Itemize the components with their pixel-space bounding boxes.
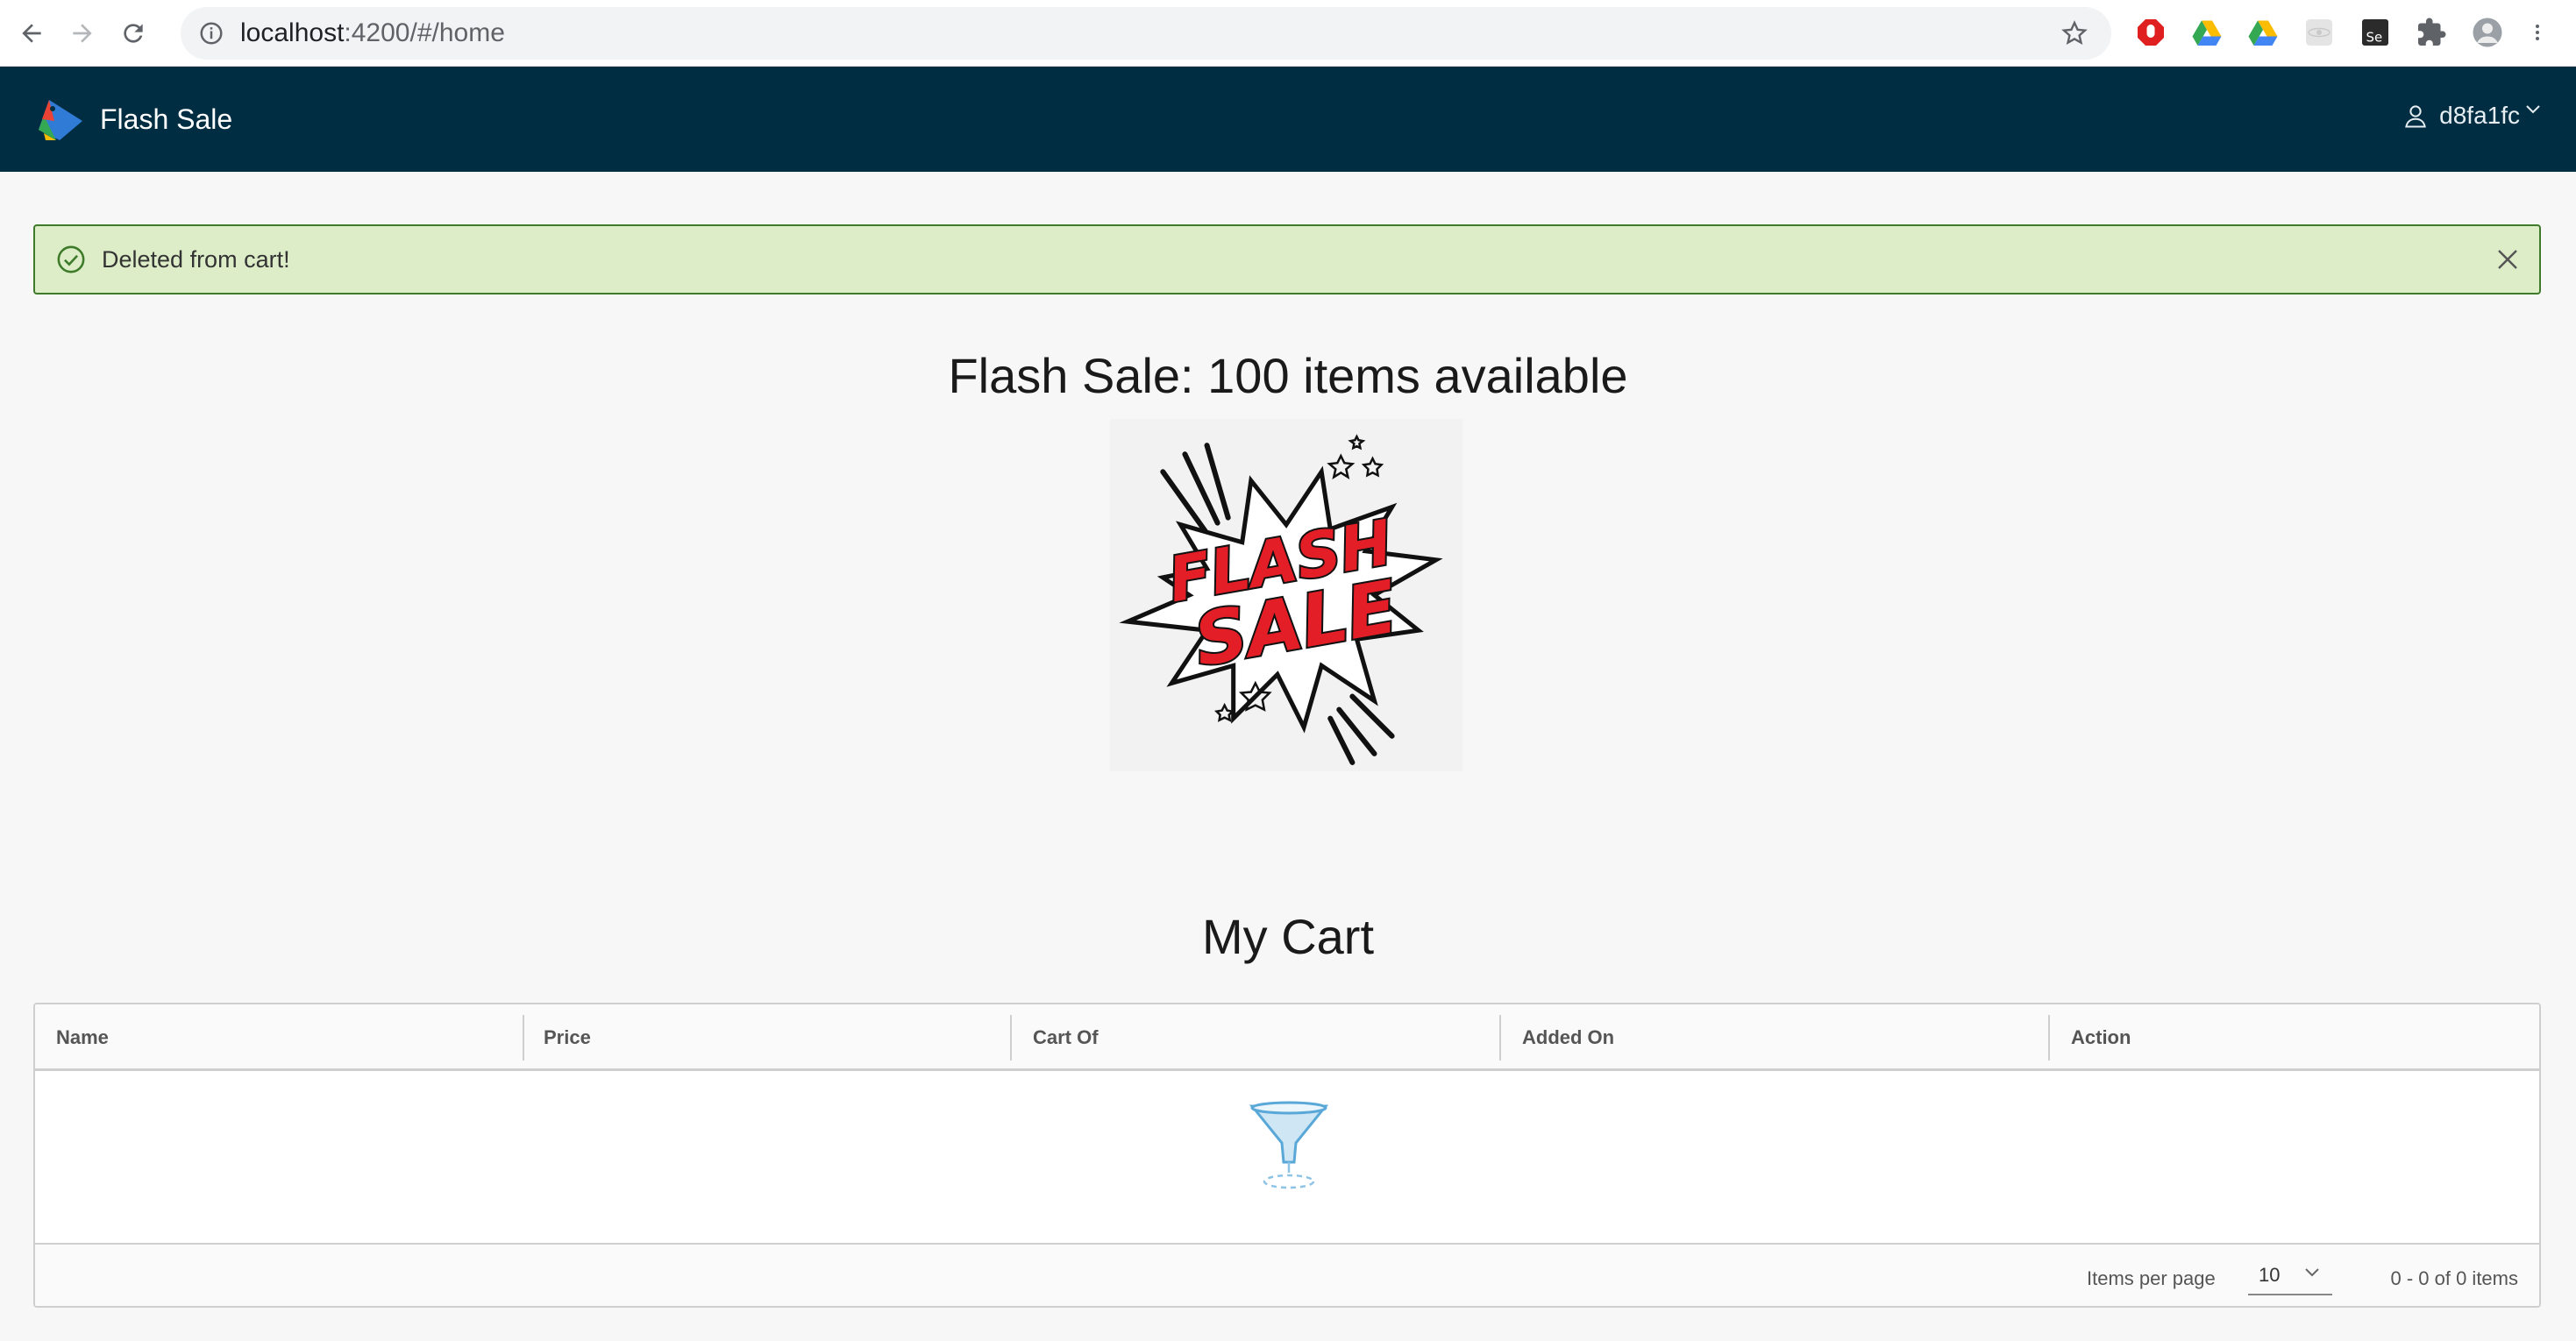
column-separator[interactable] (1010, 1015, 1012, 1061)
items-per-page-value: 10 (2259, 1264, 2281, 1286)
google-drive-extension-icon[interactable] (2190, 16, 2224, 49)
items-per-page-select[interactable]: 10 (2248, 1257, 2332, 1295)
bookmark-star-icon[interactable] (2060, 19, 2089, 47)
arrow-right-icon (73, 23, 92, 43)
google-drive-extension-icon-2[interactable] (2246, 16, 2280, 49)
alert-close-button[interactable] (2492, 244, 2523, 275)
reload-button[interactable] (114, 14, 153, 53)
success-alert: Deleted from cart! (33, 224, 2541, 294)
check-circle-icon (57, 245, 85, 273)
column-header-name[interactable]: Name (56, 1004, 109, 1071)
browser-toolbar: localhost:4200/#/home Se (0, 0, 2576, 67)
empty-funnel-icon (1249, 1101, 1329, 1189)
url-path: :4200/#/home (344, 18, 505, 47)
column-header-added-on[interactable]: Added On (1522, 1004, 1614, 1071)
react-devtools-extension-icon[interactable] (2302, 16, 2336, 49)
extensions-puzzle-icon[interactable] (2415, 16, 2448, 49)
url-host: localhost (240, 18, 345, 47)
user-menu[interactable]: d8fa1fc (2402, 102, 2541, 130)
alert-message: Deleted from cart! (102, 245, 290, 273)
user-name: d8fa1fc (2439, 102, 2520, 129)
cart-datagrid: Name Price Cart Of Added On Action Items… (33, 1003, 2541, 1308)
flash-sale-image: FLASH SALE (1110, 419, 1462, 771)
column-header-cart-of[interactable]: Cart Of (1033, 1004, 1099, 1071)
brand-title[interactable]: Flash Sale (100, 103, 232, 136)
chevron-down-icon (2526, 105, 2540, 114)
back-button[interactable] (12, 14, 51, 53)
items-per-page-label: Items per page (2087, 1267, 2216, 1289)
url-text[interactable]: localhost:4200/#/home (240, 18, 505, 48)
svg-text:Se: Se (2366, 30, 2383, 46)
column-header-price[interactable]: Price (544, 1004, 591, 1071)
column-separator[interactable] (523, 1015, 524, 1061)
reload-icon (124, 23, 143, 43)
adblock-extension-icon[interactable] (2134, 16, 2167, 49)
selenium-extension-icon[interactable]: Se (2359, 16, 2392, 49)
datagrid-body (35, 1071, 2539, 1243)
column-separator[interactable] (2048, 1015, 2050, 1061)
datagrid-header: Name Price Cart Of Added On Action (35, 1004, 2539, 1071)
column-separator[interactable] (1499, 1015, 1501, 1061)
app-header: Flash Sale d8fa1fc (0, 67, 2576, 172)
arrow-left-icon (22, 23, 41, 43)
close-icon (2498, 250, 2517, 269)
sale-heading: Flash Sale: 100 items available (948, 348, 1628, 403)
pagination-text: 0 - 0 of 0 items (2390, 1267, 2518, 1289)
address-bar[interactable]: localhost:4200/#/home (181, 7, 2111, 60)
datagrid-footer: Items per page 10 0 - 0 of 0 items (35, 1243, 2539, 1306)
profile-avatar[interactable] (2471, 16, 2504, 49)
chevron-down-icon (2305, 1268, 2319, 1277)
forward-button[interactable] (63, 14, 102, 53)
cart-heading: My Cart (1202, 909, 1374, 964)
price-tag-logo-icon[interactable] (33, 95, 86, 144)
user-icon (2405, 105, 2426, 128)
info-icon[interactable] (198, 20, 224, 46)
browser-menu-icon[interactable] (2527, 16, 2548, 49)
column-header-action[interactable]: Action (2071, 1004, 2131, 1071)
